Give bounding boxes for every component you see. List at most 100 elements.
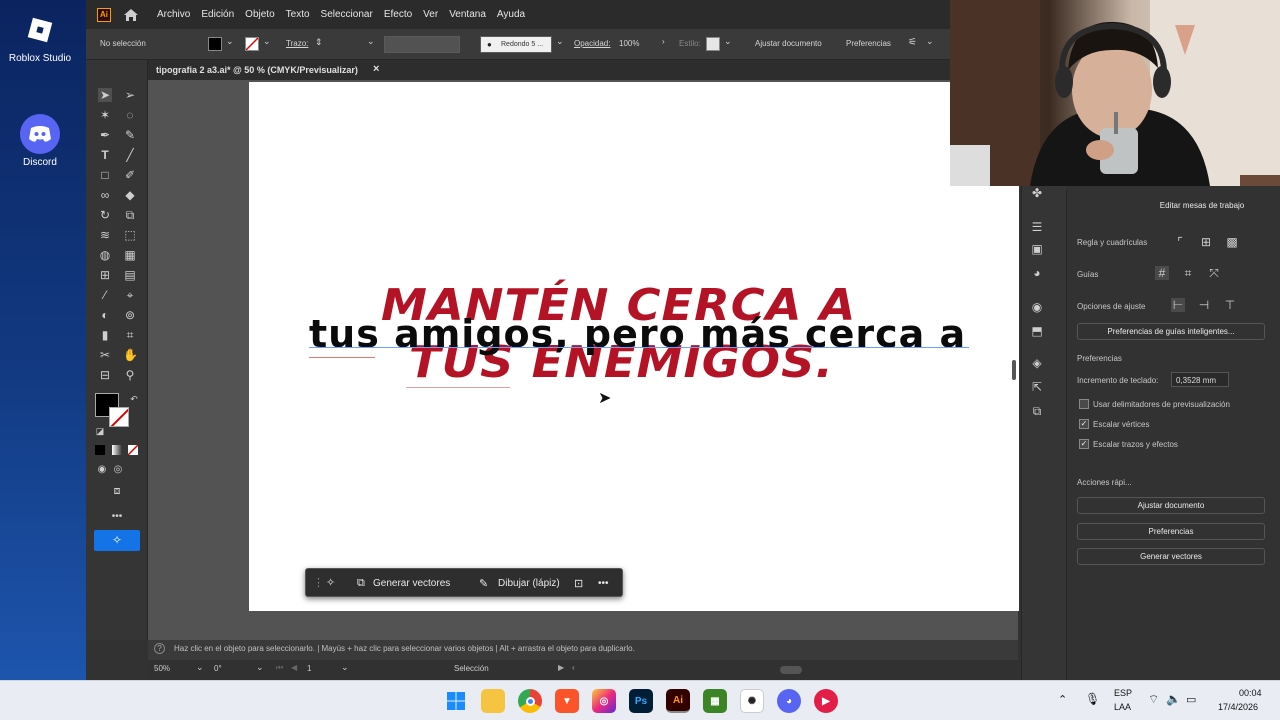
rectangle-tool-icon[interactable]: □	[98, 168, 112, 182]
layers-panel-icon[interactable]: ▣	[1030, 242, 1044, 256]
volume-icon[interactable]: 🔈	[1166, 692, 1181, 706]
quick-generate-vectors-button[interactable]: Generar vectores	[1077, 548, 1265, 565]
horizontal-scrollbar-thumb[interactable]	[780, 666, 802, 674]
artboards-panel-icon[interactable]: ⧉	[1030, 404, 1044, 418]
pen-tool-icon[interactable]: ✒	[98, 128, 112, 142]
selection-tool-icon[interactable]: ➤	[98, 88, 112, 102]
line-tool-icon[interactable]: ╱	[123, 148, 137, 162]
chevron-down-icon[interactable]: ⌄	[263, 36, 271, 47]
magic-icon[interactable]: ✧	[326, 576, 335, 589]
language-indicator[interactable]: ESP	[1114, 688, 1132, 698]
more-tools-icon[interactable]: •••	[110, 510, 124, 524]
clock-time[interactable]: 00:04	[1239, 688, 1262, 698]
quick-preferences-button[interactable]: Preferencias	[1077, 523, 1265, 540]
chevron-down-icon[interactable]: ⌄	[226, 36, 234, 47]
openai-icon[interactable]: ✺	[740, 689, 764, 713]
snap-glyph-icon[interactable]: ⊤	[1223, 298, 1237, 312]
generate-vectors-button[interactable]: Generar vectores	[373, 578, 450, 589]
chevron-down-icon[interactable]: ⌄	[196, 662, 204, 673]
menu-objeto[interactable]: Objeto	[245, 9, 274, 20]
microphone-icon[interactable]: 🎙	[1085, 692, 1100, 706]
stroke-color-swatch[interactable]	[109, 407, 129, 427]
symbol-sprayer-icon[interactable]: ⊚	[123, 308, 137, 322]
more-options-button[interactable]: •••	[598, 578, 609, 589]
pencil-icon[interactable]: ✎	[479, 577, 488, 590]
opacity-label[interactable]: Opacidad:	[574, 39, 610, 48]
play-icon[interactable]: ▶	[558, 663, 564, 672]
menu-ayuda[interactable]: Ayuda	[497, 9, 525, 20]
none-mode-icon[interactable]	[128, 445, 138, 455]
document-tab[interactable]: tipografia 2 a3.ai* @ 50 % (CMYK/Previsu…	[156, 65, 358, 75]
vertical-scrollbar-thumb[interactable]	[1012, 360, 1016, 380]
mesh-tool-icon[interactable]: ⊞	[98, 268, 112, 282]
generative-panel-icon[interactable]: ✤	[1030, 186, 1044, 200]
first-artboard-icon[interactable]: ⏮	[276, 663, 283, 673]
default-colors-icon[interactable]: ◪	[93, 424, 107, 438]
zoom-tool-icon[interactable]: ⚲	[123, 368, 137, 382]
variable-width-profile[interactable]	[384, 36, 460, 53]
eraser-icon[interactable]: ◆	[123, 188, 137, 202]
menu-efecto[interactable]: Efecto	[384, 9, 412, 20]
desktop-icon-discord[interactable]: Discord	[6, 114, 74, 168]
draw-pencil-button[interactable]: Dibujar (lápiz)	[498, 578, 560, 589]
fill-swatch[interactable]	[208, 37, 222, 51]
print-tiling-icon[interactable]: ⊟	[98, 368, 112, 382]
blend-tool-icon[interactable]: ◐	[98, 308, 112, 322]
scale-corners-checkbox[interactable]: ✓	[1079, 419, 1089, 429]
grid-icon[interactable]: ⊞	[1199, 235, 1213, 249]
draw-mode-icon[interactable]: ◉	[95, 463, 109, 477]
slice-tool-icon[interactable]: ✂	[98, 348, 112, 362]
rotate-tool-icon[interactable]: ↻	[98, 208, 112, 222]
paintbrush-icon[interactable]: ✐	[123, 168, 137, 182]
color-mode-icon[interactable]	[95, 445, 105, 455]
preview-bounds-checkbox[interactable]	[1079, 399, 1089, 409]
swap-colors-icon[interactable]: ↶	[127, 392, 141, 406]
stepper-icon[interactable]: ⇕	[315, 37, 323, 48]
chevron-down-icon[interactable]: ⌄	[256, 662, 264, 673]
instagram-icon[interactable]: ◎	[592, 689, 616, 713]
chevron-down-icon[interactable]: ⌄	[724, 36, 732, 47]
smart-guides-preferences-button[interactable]: Preferencias de guías inteligentes...	[1077, 323, 1265, 340]
shaper-tool-icon[interactable]: ∞	[98, 188, 112, 202]
drag-handle-icon[interactable]: ⋮	[313, 576, 324, 589]
direct-selection-tool-icon[interactable]: ➢	[123, 88, 137, 102]
windows-start-icon[interactable]	[444, 689, 468, 713]
libraries-panel-icon[interactable]: ◈	[1030, 356, 1044, 370]
photoshop-icon[interactable]: Ps	[629, 689, 653, 713]
eyedropper-icon[interactable]: ⁄	[98, 288, 112, 302]
gradient-tool-icon[interactable]: ▤	[123, 268, 137, 282]
style-swatch[interactable]	[706, 37, 720, 51]
menu-archivo[interactable]: Archivo	[157, 9, 190, 20]
perspective-grid-icon[interactable]: ▦	[123, 248, 137, 262]
rulers-icon[interactable]: ⌜	[1173, 235, 1187, 249]
menu-ventana[interactable]: Ventana	[449, 9, 486, 20]
illustrator-taskbar-icon[interactable]: Ai	[666, 689, 690, 713]
curvature-tool-icon[interactable]: ✎	[123, 128, 137, 142]
zoom-field[interactable]: 50%	[154, 664, 170, 673]
brave-icon[interactable]: ▼	[555, 689, 579, 713]
chevron-down-icon[interactable]: ⌄	[556, 36, 564, 47]
menu-ver[interactable]: Ver	[423, 9, 438, 20]
generative-ai-icon[interactable]: ✧	[94, 530, 140, 551]
transparency-grid-icon[interactable]: ▩	[1225, 235, 1239, 249]
discord-taskbar-icon[interactable]: ◕	[777, 689, 801, 713]
artboard-tool-icon[interactable]: ⌗	[123, 328, 137, 342]
home-icon[interactable]	[123, 8, 139, 22]
color-panel-icon[interactable]: ◉	[1030, 300, 1044, 314]
options-icon[interactable]: ⊡	[574, 577, 583, 590]
arrange-icon[interactable]: ⚟	[908, 37, 917, 48]
opacity-value[interactable]: 100%	[619, 39, 639, 48]
quick-adjust-document-button[interactable]: Ajustar documento	[1077, 497, 1265, 514]
lasso-icon[interactable]: ◌	[123, 108, 137, 122]
chevron-left-icon[interactable]: ‹	[572, 663, 575, 672]
clock-date[interactable]: 17/4/2026	[1218, 702, 1258, 712]
measure-icon[interactable]: ⌖	[123, 288, 137, 302]
type-tool-icon[interactable]: T	[98, 148, 112, 162]
stroke-swatch[interactable]	[245, 37, 259, 51]
body-text-black[interactable]: tus amigos, pero más cerca a	[309, 312, 966, 356]
chevron-right-icon[interactable]: ›	[662, 37, 665, 46]
menu-seleccionar[interactable]: Seleccionar	[321, 9, 373, 20]
appearance-panel-icon[interactable]: ◕	[1030, 266, 1044, 280]
artboard-number[interactable]: 1	[307, 664, 311, 673]
previous-artboard-icon[interactable]: ◀	[291, 663, 297, 672]
